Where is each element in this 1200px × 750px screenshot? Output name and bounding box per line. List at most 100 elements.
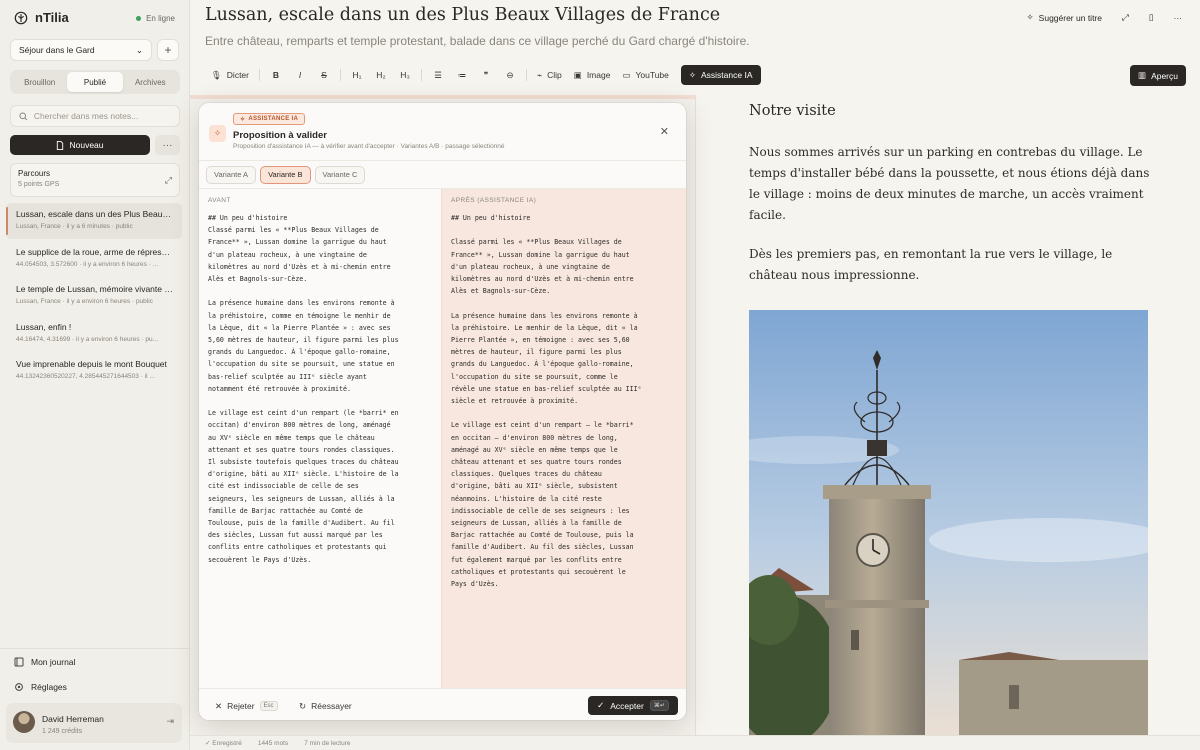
connection-status: En ligne: [136, 14, 175, 23]
status-bar: ✓ Enregistré 1445 mots 7 min de lecture: [190, 735, 1200, 750]
add-trip-button[interactable]: +: [157, 39, 179, 61]
note-title: Lussan, enfin !: [16, 321, 72, 332]
search-input[interactable]: [33, 111, 171, 121]
list-item[interactable]: Lussan, enfin ! 44.16474, 4.31699 · il y…: [6, 316, 182, 352]
sidebar-footer-divider: [0, 648, 190, 649]
bullet-list-button[interactable]: ☰: [426, 65, 450, 85]
note-meta: 44.13242360520227, 4.285445271644503 · i…: [16, 373, 155, 380]
document-icon: [57, 140, 64, 150]
preview-photo: [749, 310, 1148, 735]
dialog-footer: ✕ Rejeter Esc ↻ Réessayer ✓ Accepter ⌘↵: [199, 688, 686, 720]
saved-status: ✓ Enregistré: [205, 739, 242, 747]
heading1-button[interactable]: H₁: [345, 65, 369, 85]
gear-icon: [15, 683, 23, 691]
tab-archives[interactable]: Archives: [123, 72, 178, 92]
settings-link[interactable]: Réglages: [14, 682, 67, 692]
strikethrough-button[interactable]: S: [312, 65, 336, 85]
split-view-icon[interactable]: ▯: [1149, 12, 1154, 23]
preview-pane: Notre visite Nous sommes arrivés sur un …: [695, 95, 1200, 735]
clip-label: Clip: [547, 70, 562, 80]
heading3-button[interactable]: H₃: [393, 65, 417, 85]
accept-button[interactable]: ✓ Accepter ⌘↵: [588, 696, 678, 715]
dialog-title: Proposition à valider: [233, 130, 327, 141]
suggest-title-button[interactable]: ✧ Suggérer un titre: [1027, 12, 1102, 23]
tab-variant-c[interactable]: Variante C: [314, 165, 366, 184]
dictate-label: Dicter: [226, 70, 249, 80]
reading-time: 7 min de lecture: [304, 739, 351, 747]
tab-publie[interactable]: Publié: [67, 72, 123, 92]
refresh-icon: ↻: [299, 700, 307, 711]
status-tabs: Brouillon Publié Archives: [10, 70, 180, 94]
toolbar-divider: [526, 69, 527, 81]
preview-paragraph-2: Dès les premiers pas, en remontant la ru…: [749, 247, 1113, 282]
image-button[interactable]: ▣ Image: [568, 65, 617, 85]
user-name: David Herreman: [42, 714, 104, 724]
ellipsis-icon: ···: [162, 139, 173, 151]
page-title[interactable]: Lussan, escale dans un des Plus Beaux Vi…: [205, 5, 720, 25]
note-title: Vue imprenable depuis le mont Bouquet: [16, 359, 167, 369]
page-subtitle[interactable]: Entre château, remparts et temple protes…: [205, 34, 750, 48]
retry-label: Réessayer: [311, 701, 352, 711]
preview-label: Aperçu: [1151, 70, 1178, 81]
note-meta: Lussan, France · il y a environ 6 heures…: [16, 298, 153, 305]
dialog-subtitle: Proposition d'assistance IA — à vérifier…: [233, 143, 505, 150]
app-brand[interactable]: nTilia: [14, 10, 69, 25]
toolbar-divider: [340, 69, 341, 81]
toolbar-divider: [421, 69, 422, 81]
note-meta: 44.16474, 4.31699 · il y a environ 6 heu…: [16, 335, 159, 343]
reject-button[interactable]: ✕ Rejeter Esc: [215, 697, 278, 715]
heading2-button[interactable]: H₂: [369, 65, 393, 85]
link-button[interactable]: ⊖: [498, 65, 522, 85]
microphone-icon: 🎙︎: [211, 69, 222, 80]
youtube-button[interactable]: ▭ YouTube: [616, 65, 674, 85]
word-count: 1445 mots: [257, 739, 289, 747]
more-icon[interactable]: ···: [1174, 13, 1183, 23]
before-text: ## Un peu d'histoire Classé parmi les « …: [208, 214, 399, 564]
clip-button[interactable]: ⌁ Clip: [531, 65, 568, 85]
book-icon: [14, 657, 24, 667]
saved-label: Enregistré: [212, 740, 242, 747]
ordered-list-button[interactable]: ≔: [450, 65, 474, 85]
preview-button[interactable]: ▥ Aperçu: [1130, 65, 1186, 86]
search-icon: [19, 111, 28, 120]
suggest-title-label: Suggérer un titre: [1038, 12, 1102, 23]
sidebar: nTilia En ligne Séjour dans le Gard ⌄ + …: [0, 0, 190, 750]
after-text: ## Un peu d'histoire Classé parmi les « …: [451, 214, 642, 589]
ai-assist-button[interactable]: ✧ Assistance IA: [680, 65, 761, 85]
expand-icon[interactable]: ⤢: [165, 175, 172, 186]
list-item[interactable]: Le supplice de la roue, arme de répressi…: [6, 241, 182, 277]
list-item[interactable]: Vue imprenable depuis le mont Bouquet 44…: [6, 353, 182, 389]
retry-button[interactable]: ↻ Réessayer: [299, 697, 352, 715]
list-item[interactable]: Lussan, escale dans un des Plus Beaux ..…: [6, 203, 182, 239]
logout-icon[interactable]: ⇥: [166, 716, 174, 727]
new-note-button[interactable]: Nouveau: [10, 135, 150, 155]
bold-button[interactable]: B: [264, 65, 288, 85]
tab-brouillon[interactable]: Brouillon: [12, 72, 67, 92]
paperclip-icon: ⌁: [537, 69, 543, 80]
italic-button[interactable]: I: [288, 65, 312, 85]
video-icon: ▭: [622, 69, 631, 80]
before-column: AVANT ## Un peu d'histoire Classé parmi l…: [199, 189, 441, 688]
logo-icon: [14, 11, 28, 24]
tab-variant-b[interactable]: Variante B: [260, 165, 311, 184]
tab-variant-a[interactable]: Variante A: [206, 165, 257, 184]
journal-link[interactable]: Mon journal: [14, 657, 75, 667]
quote-button[interactable]: ❞: [474, 65, 498, 85]
sparkle-icon: ✧: [209, 125, 226, 142]
user-card[interactable]: David Herreman 1 249 crédits ⇥: [6, 703, 182, 743]
close-icon[interactable]: ✕: [660, 125, 669, 138]
ai-badge-label: ASSISTANCE IA: [248, 116, 299, 122]
more-options-button[interactable]: ···: [155, 135, 180, 155]
list-item[interactable]: Le temple de Lussan, mémoire vivante d..…: [6, 278, 182, 314]
ai-badge: ✧ ASSISTANCE IA: [233, 113, 306, 125]
dictate-button[interactable]: 🎙︎ Dicter: [205, 65, 255, 85]
quote-icon: ❞: [483, 69, 489, 80]
note-title: Lussan, escale dans un des Plus Beaux ..…: [16, 209, 174, 219]
fullscreen-icon[interactable]: ⤢: [1122, 12, 1129, 23]
trip-select[interactable]: Séjour dans le Gard ⌄: [10, 39, 152, 61]
bullet-list-icon: ☰: [434, 69, 442, 80]
ordered-list-icon: ≔: [457, 69, 467, 80]
parcours-title: Parcours: [18, 169, 51, 178]
reject-label: Rejeter: [227, 701, 255, 711]
parcours-card[interactable]: Parcours 5 points GPS ⤢: [10, 163, 180, 197]
